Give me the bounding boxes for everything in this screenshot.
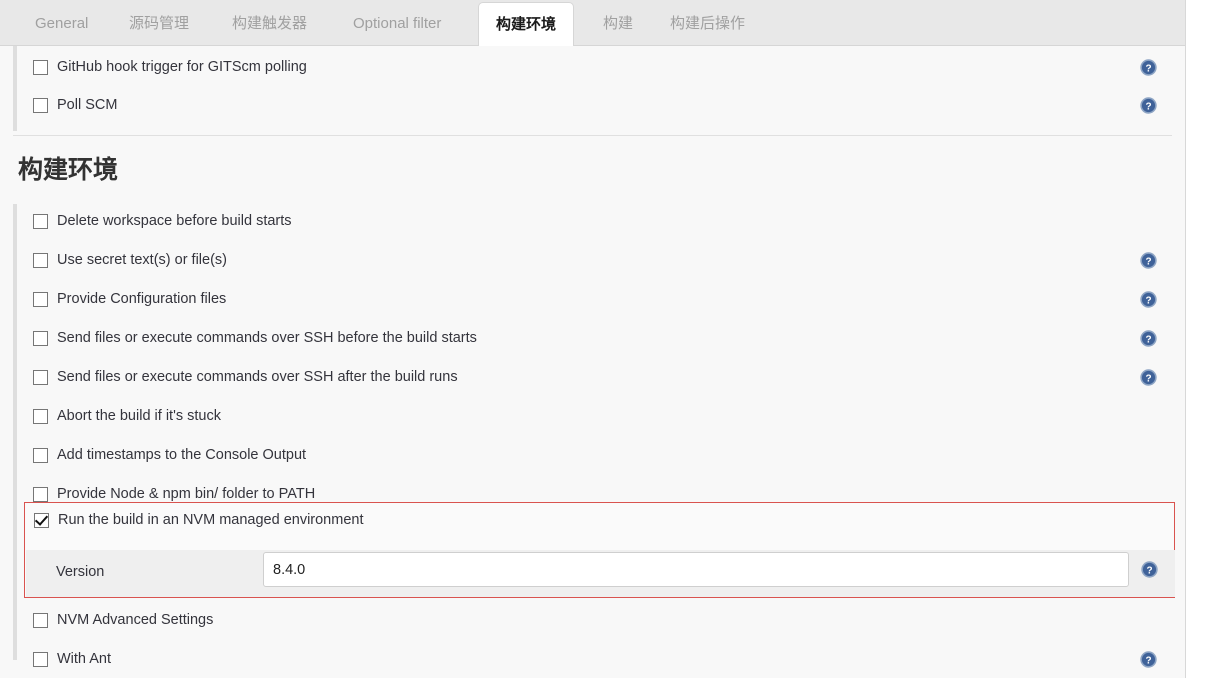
checkbox[interactable]: [33, 652, 48, 667]
checkbox[interactable]: [33, 448, 48, 463]
checkbox-label: NVM Advanced Settings: [57, 612, 214, 628]
svg-text:?: ?: [1145, 101, 1151, 112]
checkbox[interactable]: [33, 253, 48, 268]
svg-text:?: ?: [1145, 295, 1151, 306]
help-icon[interactable]: ?: [1140, 651, 1157, 668]
nvm-highlight-box: Run the build in an NVM managed environm…: [24, 502, 1175, 598]
help-icon[interactable]: ?: [1140, 369, 1157, 386]
build-env-group-bar: [13, 204, 17, 660]
svg-text:?: ?: [1146, 565, 1152, 576]
tab-4[interactable]: Optional filter: [336, 2, 458, 46]
checkbox-label: Provide Node & npm bin/ folder to PATH: [57, 486, 316, 502]
checkbox-label: GitHub hook trigger for GITScm polling: [57, 59, 307, 75]
checkbox[interactable]: [33, 370, 48, 385]
checkbox-label-run-build-nvm: Run the build in an NVM managed environm…: [58, 512, 364, 528]
section-title-build-env: 构建环境: [18, 156, 119, 184]
tab-5[interactable]: 构建环境: [478, 2, 575, 47]
checkbox-label: Send files or execute commands over SSH …: [57, 369, 458, 385]
checkbox[interactable]: [33, 98, 48, 113]
checkbox-label: Send files or execute commands over SSH …: [57, 330, 477, 346]
checkbox-label: Abort the build if it's stuck: [57, 408, 221, 424]
checkbox[interactable]: [33, 214, 48, 229]
tab-2[interactable]: 源码管理: [112, 2, 206, 46]
checkbox[interactable]: [33, 60, 48, 75]
tab-7[interactable]: 构建后操作: [653, 2, 762, 46]
checkbox-label: Poll SCM: [57, 97, 118, 113]
help-icon[interactable]: ?: [1141, 561, 1158, 578]
svg-text:?: ?: [1145, 63, 1151, 74]
checkbox-label: Add timestamps to the Console Output: [57, 447, 307, 463]
svg-text:?: ?: [1145, 334, 1151, 345]
help-icon[interactable]: ?: [1140, 59, 1157, 76]
checkbox-label: Provide Configuration files: [57, 291, 227, 307]
checkbox-label: Use secret text(s) or file(s): [57, 252, 227, 268]
section-divider: [13, 135, 1172, 136]
version-field-label: Version: [56, 564, 105, 580]
checkbox-label: Delete workspace before build starts: [57, 213, 292, 229]
tab-1[interactable]: General: [18, 2, 105, 46]
checkbox[interactable]: [33, 487, 48, 502]
page-root: General 源码管理 构建触发器 Optional filter 构建环境 构建 构建后…: [0, 0, 1213, 678]
checkbox-label: With Ant: [57, 651, 111, 667]
svg-text:?: ?: [1145, 256, 1151, 267]
checkbox[interactable]: [33, 331, 48, 346]
help-icon[interactable]: ?: [1140, 330, 1157, 347]
tab-6[interactable]: 构建: [586, 2, 650, 46]
svg-text:?: ?: [1145, 655, 1151, 666]
svg-text:?: ?: [1145, 373, 1151, 384]
checkbox[interactable]: [33, 409, 48, 424]
tab-3[interactable]: 构建触发器: [215, 2, 324, 46]
config-content-panel: General 源码管理 构建触发器 Optional filter 构建环境 构建 构建后…: [0, 0, 1186, 678]
help-icon[interactable]: ?: [1140, 291, 1157, 308]
checkbox-run-build-nvm[interactable]: [34, 513, 49, 528]
help-icon[interactable]: ?: [1140, 97, 1157, 114]
config-tab-bar: General 源码管理 构建触发器 Optional filter 构建环境 构建 构建后…: [0, 0, 1185, 47]
trigger-group-bar: [13, 46, 17, 131]
checkbox[interactable]: [33, 292, 48, 307]
config-scroll-body: GitHub hook trigger for GITScm polling? P…: [0, 46, 1185, 678]
checkbox[interactable]: [33, 613, 48, 628]
version-input[interactable]: [263, 552, 1129, 587]
help-icon[interactable]: ?: [1140, 252, 1157, 269]
